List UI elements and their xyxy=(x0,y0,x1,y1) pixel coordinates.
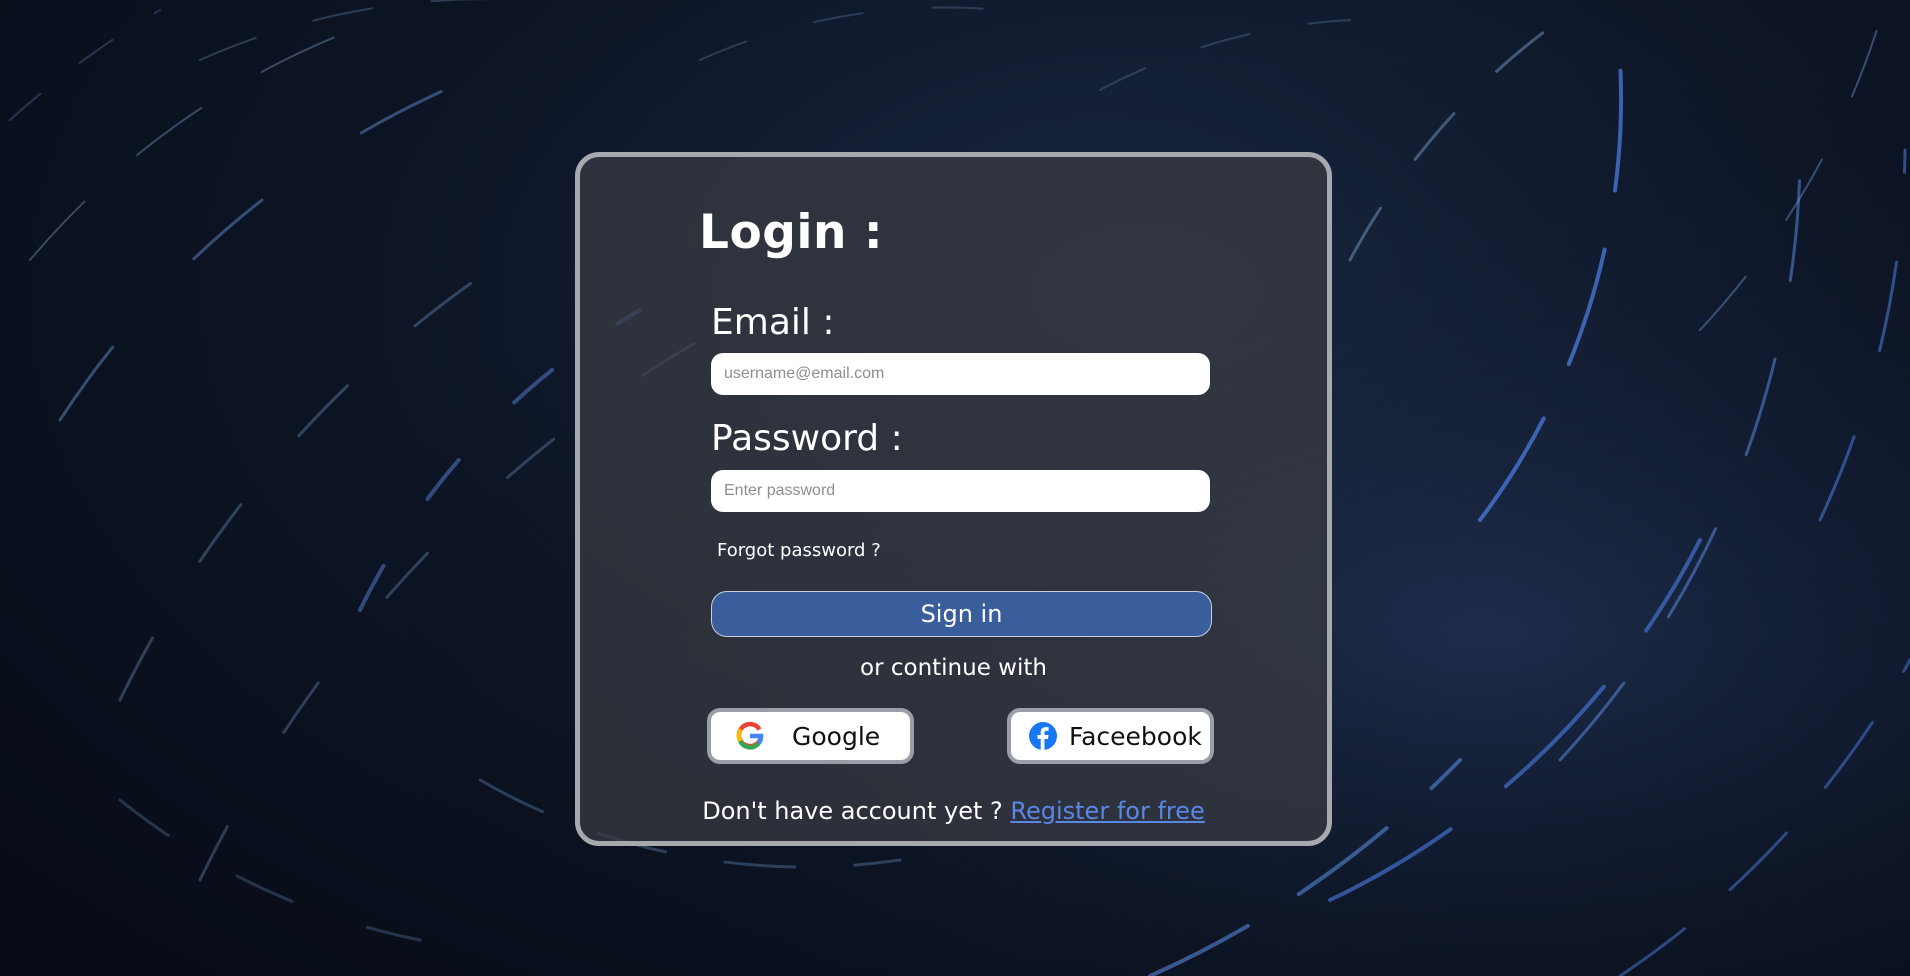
facebook-login-button[interactable]: Faceebook xyxy=(1007,708,1214,764)
facebook-icon xyxy=(1028,721,1058,751)
register-prompt: Don't have account yet ? Register for fr… xyxy=(580,797,1327,825)
password-label: Password : xyxy=(711,418,903,459)
forgot-password-link[interactable]: Forgot password ? xyxy=(717,540,881,561)
email-input[interactable] xyxy=(711,353,1210,395)
facebook-label: Faceebook xyxy=(1069,721,1202,751)
login-card: Login : Email : Password : Forgot passwo… xyxy=(575,152,1332,846)
no-account-text: Don't have account yet ? xyxy=(702,797,1003,825)
google-icon xyxy=(735,721,765,751)
register-link[interactable]: Register for free xyxy=(1010,797,1204,825)
sign-in-button[interactable]: Sign in xyxy=(711,591,1212,637)
email-label: Email : xyxy=(711,302,835,343)
google-login-button[interactable]: Google xyxy=(707,708,914,764)
password-input[interactable] xyxy=(711,470,1210,512)
or-continue-text: or continue with xyxy=(860,655,1047,681)
google-label: Google xyxy=(792,721,881,751)
login-title: Login : xyxy=(699,205,884,260)
